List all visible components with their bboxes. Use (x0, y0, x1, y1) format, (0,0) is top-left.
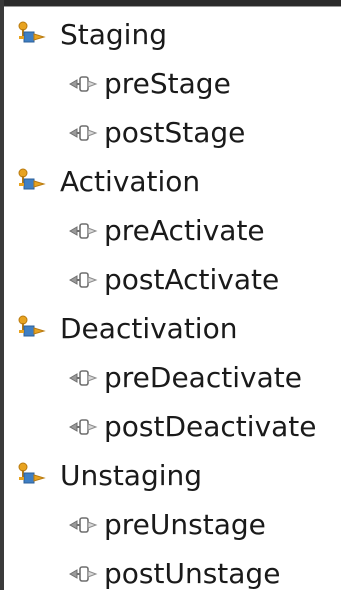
group-label: Staging (60, 17, 167, 51)
panel-top-border (0, 0, 341, 7)
group-label: Activation (60, 164, 201, 198)
tree-node-unstaging[interactable]: Unstaging (0, 451, 341, 500)
item-label: postDeactivate (104, 409, 317, 443)
lifecycle-group-icon (16, 461, 52, 491)
tree-leaf-postactivate[interactable]: postActivate (0, 255, 341, 304)
item-label: postStage (104, 115, 246, 149)
tree-leaf-preunstage[interactable]: preUnstage (0, 500, 341, 549)
callback-method-icon (68, 414, 98, 440)
lifecycle-group-icon (16, 314, 52, 344)
tree-leaf-preactivate[interactable]: preActivate (0, 206, 341, 255)
item-label: postActivate (104, 262, 280, 296)
callback-method-icon (68, 120, 98, 146)
item-label: postUnstage (104, 556, 281, 590)
tree-leaf-postunstage[interactable]: postUnstage (0, 549, 341, 590)
tree-leaf-predeactivate[interactable]: preDeactivate (0, 353, 341, 402)
tree-leaf-prestage[interactable]: preStage (0, 59, 341, 108)
group-label: Deactivation (60, 311, 238, 345)
item-label: preActivate (104, 213, 265, 247)
lifecycle-tree: Staging preStage postStage Activation pr… (0, 10, 341, 590)
tree-leaf-postdeactivate[interactable]: postDeactivate (0, 402, 341, 451)
callback-method-icon (68, 561, 98, 587)
tree-node-staging[interactable]: Staging (0, 10, 341, 59)
tree-leaf-poststage[interactable]: postStage (0, 108, 341, 157)
tree-node-deactivation[interactable]: Deactivation (0, 304, 341, 353)
lifecycle-group-icon (16, 167, 52, 197)
item-label: preStage (104, 66, 231, 100)
item-label: preUnstage (104, 507, 266, 541)
item-label: preDeactivate (104, 360, 302, 394)
tree-view-panel: Staging preStage postStage Activation pr… (0, 0, 341, 590)
group-label: Unstaging (60, 458, 203, 492)
callback-method-icon (68, 512, 98, 538)
callback-method-icon (68, 71, 98, 97)
lifecycle-group-icon (16, 20, 52, 50)
callback-method-icon (68, 218, 98, 244)
callback-method-icon (68, 365, 98, 391)
tree-node-activation[interactable]: Activation (0, 157, 341, 206)
callback-method-icon (68, 267, 98, 293)
